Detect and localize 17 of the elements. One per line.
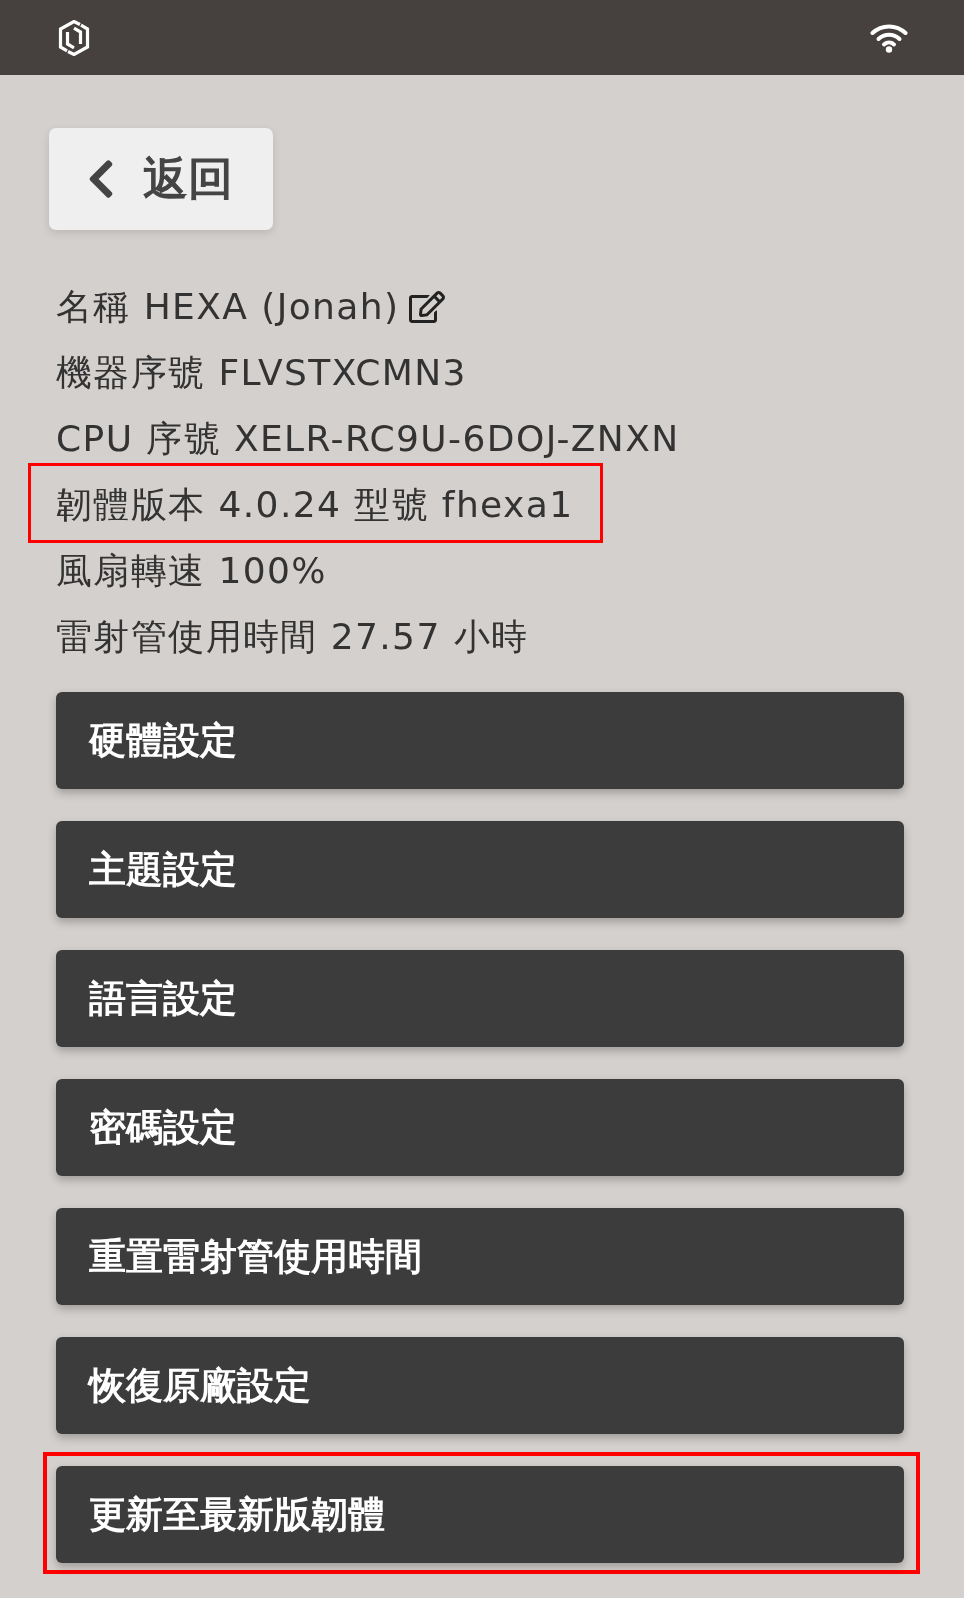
device-info-text: 風扇轉速 100% xyxy=(56,548,327,593)
settings-button[interactable]: 語言設定 xyxy=(56,950,904,1047)
device-info-text: CPU 序號 XELR-RC9U-6DOJ-ZNXN xyxy=(56,416,680,461)
device-info-text: 韌體版本 4.0.24 型號 fhexa1 xyxy=(56,482,574,527)
settings-button[interactable]: 更新至最新版韌體 xyxy=(56,1466,904,1563)
wifi-icon xyxy=(870,22,908,53)
settings-button[interactable]: 密碼設定 xyxy=(56,1079,904,1176)
edit-icon[interactable] xyxy=(409,289,446,325)
settings-button[interactable]: 恢復原廠設定 xyxy=(56,1337,904,1434)
settings-button[interactable]: 主題設定 xyxy=(56,821,904,918)
device-info-text: 機器序號 FLVSTXCMN3 xyxy=(56,350,467,395)
device-info-text: 名稱 HEXA (Jonah) xyxy=(56,284,400,329)
settings-button[interactable]: 重置雷射管使用時間 xyxy=(56,1208,904,1305)
settings-button[interactable]: 硬體設定 xyxy=(56,692,904,789)
device-info-text: 雷射管使用時間 27.57 小時 xyxy=(56,614,529,659)
back-button[interactable]: 返回 xyxy=(49,128,273,230)
hexagon-logo-icon xyxy=(58,19,90,56)
